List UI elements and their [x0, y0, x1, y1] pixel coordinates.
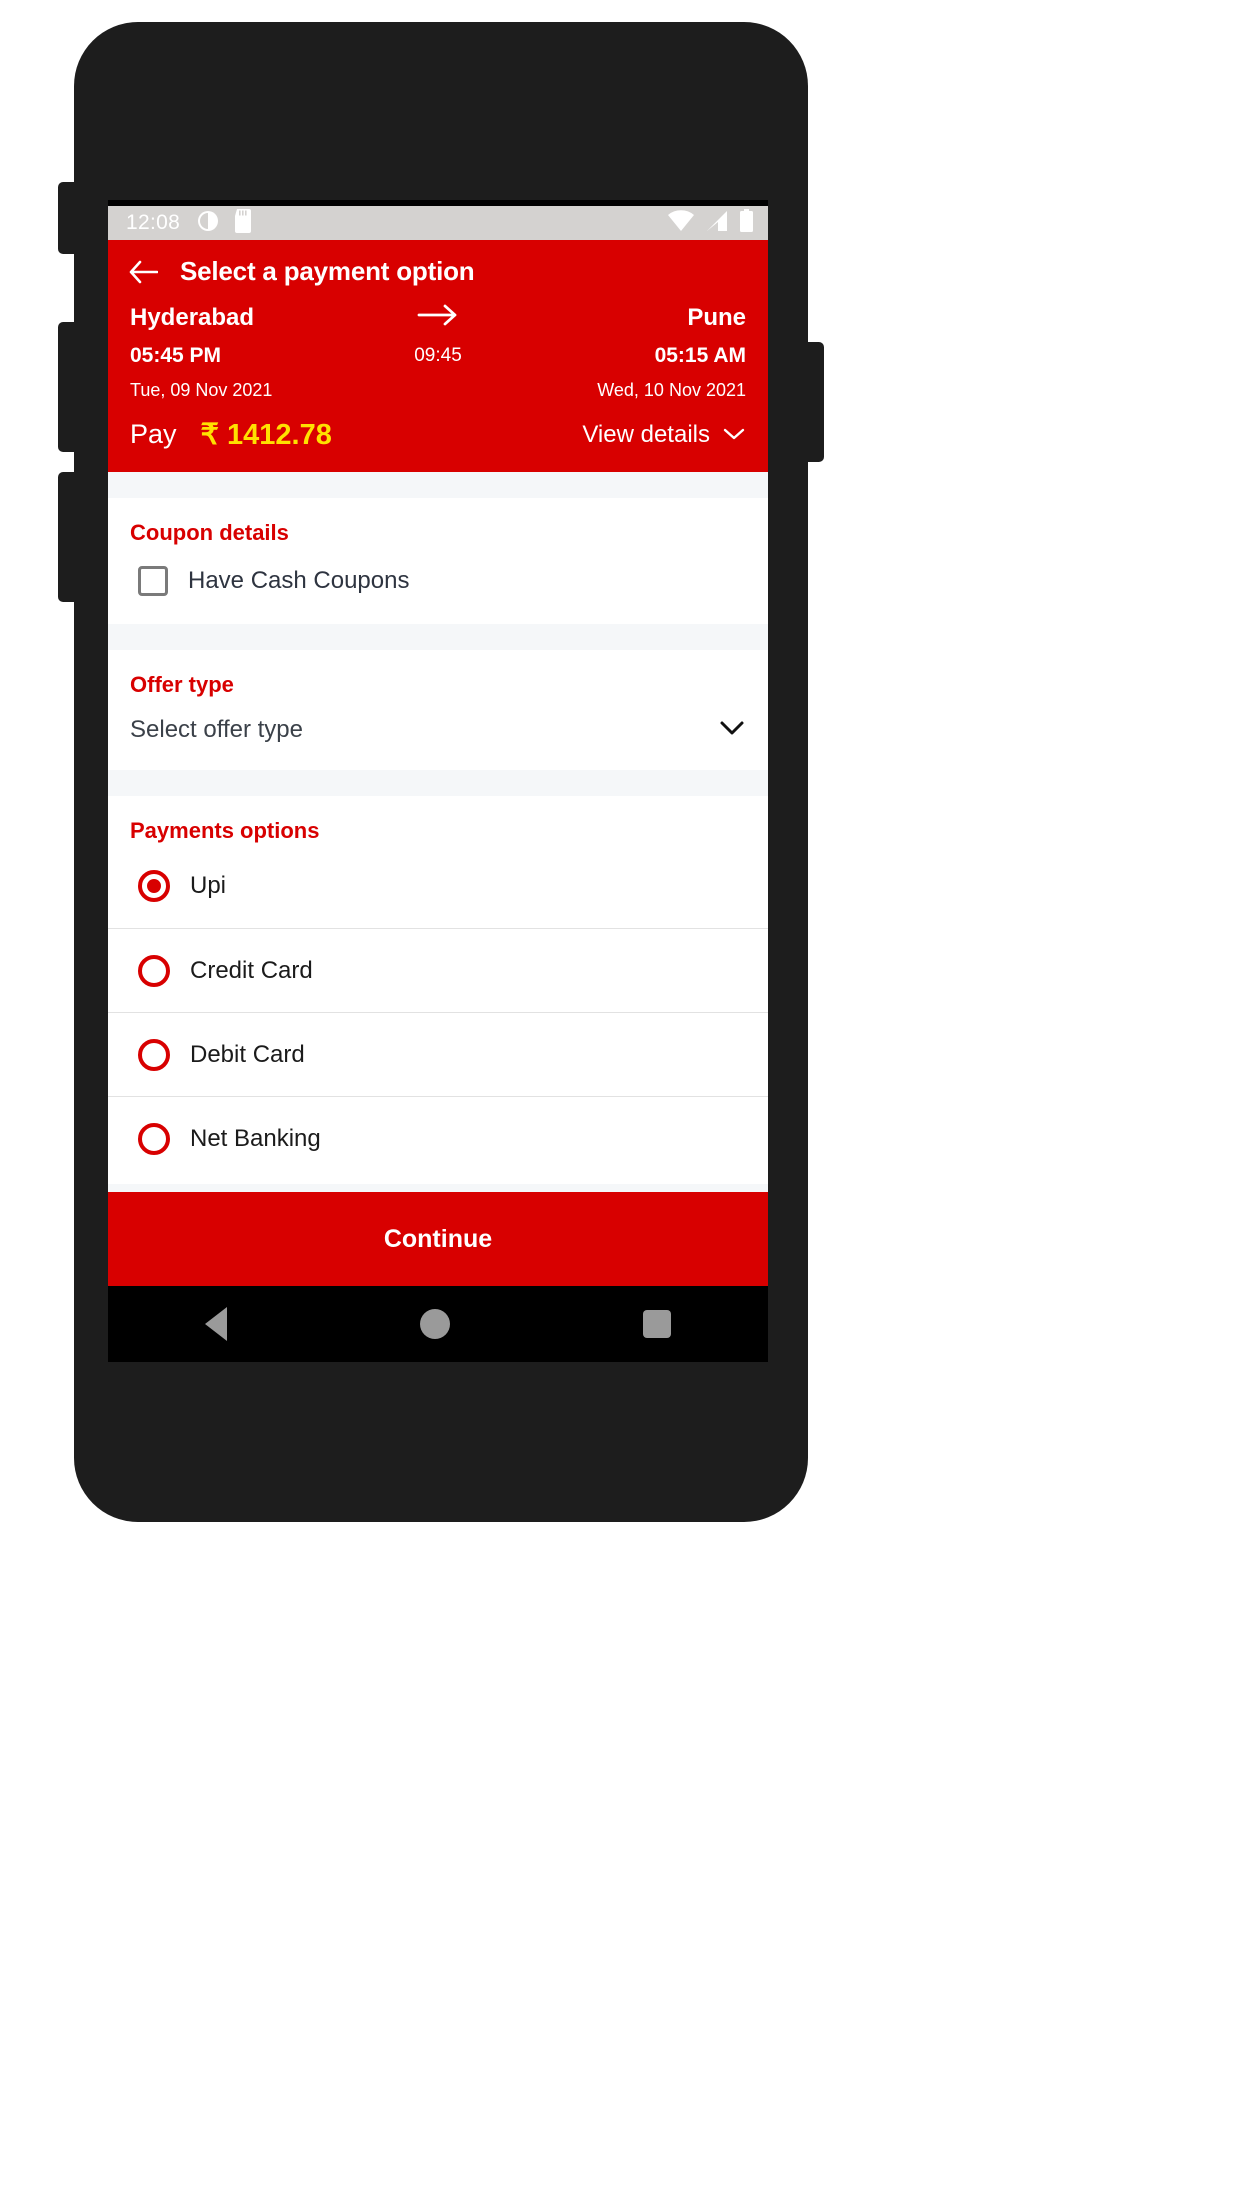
volume-down-button[interactable]: [58, 322, 76, 452]
destination-date: Wed, 10 Nov 2021: [597, 380, 746, 400]
view-details-label: View details: [582, 420, 710, 448]
app-screen: 12:08 Select a payment option Hyderabad …: [108, 206, 768, 1362]
payment-option-credit-card[interactable]: Credit Card: [108, 928, 768, 1012]
payment-option-debit-card[interactable]: Debit Card: [108, 1012, 768, 1096]
status-bar: 12:08: [108, 206, 768, 240]
payment-option-label: Net Banking: [190, 1124, 321, 1152]
payment-option-label: Upi: [190, 872, 227, 899]
offer-type-dropdown[interactable]: Select offer type: [108, 698, 768, 770]
journey-dates-row: Tue, 09 Nov 2021 Wed, 10 Nov 2021: [130, 380, 746, 401]
nav-recents-icon[interactable]: [643, 1310, 672, 1338]
origin-date: Tue, 09 Nov 2021: [130, 380, 273, 400]
volume-up-button[interactable]: [58, 182, 76, 254]
pay-label: Pay: [130, 419, 177, 449]
payments-options-card: Payments options Upi Credit Card Debit C…: [108, 796, 768, 1184]
cellular-signal-icon: [705, 210, 729, 237]
payment-option-label: Debit Card: [190, 1040, 305, 1068]
silent-switch-button[interactable]: [58, 472, 76, 602]
coupon-details-card: Coupon details Have Cash Coupons: [108, 498, 768, 624]
have-cash-coupons-label: Have Cash Coupons: [188, 567, 410, 594]
radio-credit-card[interactable]: [138, 954, 170, 987]
radio-debit-card[interactable]: [138, 1038, 170, 1071]
section-spacer: [108, 770, 768, 796]
pay-summary-bar: Pay ₹ 1412.78 View details: [108, 415, 768, 472]
status-time: 12:08: [126, 211, 181, 234]
payment-option-upi[interactable]: Upi: [108, 844, 768, 928]
pay-amount: ₹ 1412.78: [200, 419, 332, 451]
origin-city: Hyderabad: [130, 303, 255, 331]
offer-type-title: Offer type: [130, 672, 234, 697]
offer-type-card: Offer type Select offer type: [108, 650, 768, 770]
payment-option-label: Credit Card: [190, 956, 313, 984]
wifi-icon: [667, 209, 695, 237]
section-spacer: [108, 472, 768, 498]
radio-net-banking[interactable]: [138, 1122, 170, 1155]
destination-city: Pune: [687, 303, 746, 331]
journey-cities-row: Hyderabad Pune: [130, 303, 746, 332]
payments-options-title: Payments options: [130, 818, 320, 843]
continue-button-label: Continue: [383, 1224, 493, 1253]
have-cash-coupons-checkbox[interactable]: [138, 566, 168, 596]
page-title: Select a payment option: [180, 256, 475, 286]
destination-time: 05:15 AM: [654, 344, 746, 367]
power-button[interactable]: [806, 342, 824, 462]
battery-icon: [739, 208, 754, 238]
view-details-button[interactable]: View details: [582, 421, 746, 449]
status-right-icons: [667, 208, 754, 238]
page-content: Coupon details Have Cash Coupons Offer t…: [108, 472, 768, 1192]
back-arrow-icon[interactable]: [128, 257, 158, 287]
sd-card-icon: [233, 208, 253, 238]
status-left-icons: [196, 208, 253, 238]
have-cash-coupons-row[interactable]: Have Cash Coupons: [108, 546, 768, 624]
section-spacer: [108, 624, 768, 650]
arrow-right-icon: [363, 303, 513, 332]
nav-back-icon[interactable]: [204, 1307, 227, 1341]
clock-icon: [196, 209, 220, 238]
coupon-section-title: Coupon details: [130, 520, 289, 545]
chevron-down-icon[interactable]: [718, 719, 746, 742]
radio-upi[interactable]: [138, 870, 170, 902]
journey-times-row: 05:45 PM 09:45 05:15 AM: [130, 344, 746, 368]
phone-screen: 12:08 Select a payment option Hyderabad …: [108, 200, 768, 1362]
app-bar: Select a payment option: [108, 240, 768, 297]
continue-button[interactable]: Continue: [108, 1192, 768, 1286]
payment-option-net-banking[interactable]: Net Banking: [108, 1096, 768, 1180]
journey-summary: Hyderabad Pune 05:45 PM 09:45 05:15 AM T…: [108, 297, 768, 415]
offer-type-value: Select offer type: [130, 716, 303, 743]
nav-home-icon[interactable]: [419, 1309, 450, 1339]
journey-duration: 09:45: [414, 345, 462, 366]
android-nav-bar: [108, 1286, 768, 1362]
origin-time: 05:45 PM: [130, 344, 222, 367]
chevron-down-icon: [722, 421, 746, 449]
